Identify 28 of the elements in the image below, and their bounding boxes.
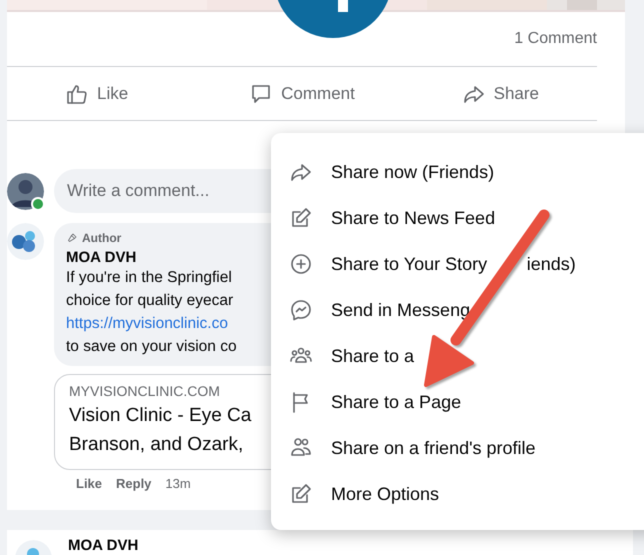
comment-action-link[interactable]: Like — [76, 476, 102, 491]
messenger-icon — [289, 298, 313, 322]
comment-action-link[interactable]: Reply — [116, 476, 152, 491]
comment-time: 13m — [165, 476, 191, 491]
plus-circle-icon — [289, 252, 313, 276]
link-domain: MYVISIONCLINIC.COM — [69, 383, 221, 399]
pencil-square-icon — [289, 206, 313, 230]
link-title: Branson, and Ozark, — [69, 433, 244, 457]
link-title: Vision Clinic - Eye Ca — [69, 404, 252, 428]
share-menu-item[interactable]: Share to a — [289, 339, 644, 373]
share-menu-item[interactable]: Share to News Feed — [289, 201, 644, 235]
share-menu-item[interactable]: More Options — [289, 477, 644, 511]
comment-link[interactable]: https://myvisionclinic.co — [66, 312, 228, 335]
share-menu-item[interactable]: Share on a friend's profile — [289, 431, 644, 465]
share-menu-item[interactable]: Share to Your Story iends) — [289, 247, 644, 281]
post-author[interactable]: MOA DVH — [68, 537, 138, 555]
page-avatar-icon — [7, 223, 44, 260]
comment-count[interactable]: 1 Comment — [514, 30, 597, 48]
share-button[interactable]: Share — [400, 67, 597, 120]
share-menu-item[interactable]: Share now (Friends) — [289, 155, 644, 189]
share-menu-item[interactable]: Share to a Page — [289, 385, 644, 419]
pencil-square-icon — [289, 482, 313, 506]
like-button[interactable]: Like — [7, 67, 204, 120]
comment-text: choice for quality eyecar — [66, 291, 234, 311]
comment-button[interactable]: Comment — [204, 67, 400, 120]
comment-text: to save on your vision co — [66, 337, 237, 357]
share-menu-item[interactable]: Send in Messeng — [289, 293, 644, 327]
comment-text: If you're in the Springfiel — [66, 268, 232, 288]
